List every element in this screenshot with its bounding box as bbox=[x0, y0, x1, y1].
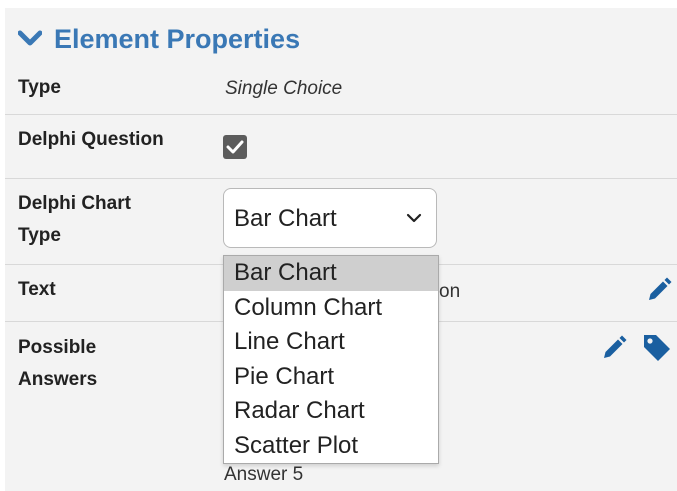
possible-answers-label-line1: Possible bbox=[18, 337, 97, 358]
pencil-icon[interactable] bbox=[600, 334, 628, 362]
delphi-question-label: Delphi Question bbox=[18, 129, 164, 150]
chevron-down-icon bbox=[18, 30, 42, 46]
possible-answers-label-line2: Answers bbox=[18, 369, 98, 390]
checkmark-icon bbox=[226, 140, 244, 154]
text-label: Text bbox=[18, 279, 56, 300]
section-title: Element Properties bbox=[54, 23, 301, 54]
chart-type-dropdown-list[interactable]: Bar Chart Column Chart Line Chart Pie Ch… bbox=[223, 255, 439, 464]
dropdown-option-line-chart[interactable]: Line Chart bbox=[224, 325, 438, 360]
chart-type-label-line2: Type bbox=[18, 225, 61, 246]
dropdown-option-radar-chart[interactable]: Radar Chart bbox=[224, 394, 438, 429]
dropdown-option-bar-chart[interactable]: Bar Chart bbox=[224, 256, 438, 291]
chart-type-label-line1: Delphi Chart bbox=[18, 193, 131, 214]
text-value-partial: on bbox=[439, 281, 461, 302]
chart-type-select[interactable]: Bar Chart bbox=[223, 188, 437, 248]
type-label: Type bbox=[18, 77, 61, 98]
divider bbox=[5, 114, 677, 115]
tag-icon[interactable] bbox=[641, 332, 673, 364]
answer-5: Answer 5 bbox=[224, 464, 304, 485]
delphi-question-checkbox[interactable] bbox=[223, 135, 247, 159]
pencil-icon[interactable] bbox=[645, 276, 673, 304]
dropdown-option-scatter-plot[interactable]: Scatter Plot bbox=[224, 429, 438, 464]
type-value: Single Choice bbox=[225, 78, 343, 99]
section-header[interactable]: Element Properties bbox=[18, 22, 300, 56]
dropdown-option-pie-chart[interactable]: Pie Chart bbox=[224, 360, 438, 395]
dropdown-option-column-chart[interactable]: Column Chart bbox=[224, 291, 438, 326]
chevron-down-icon bbox=[406, 213, 422, 223]
divider bbox=[5, 178, 677, 179]
chart-type-selected-value: Bar Chart bbox=[234, 205, 337, 232]
